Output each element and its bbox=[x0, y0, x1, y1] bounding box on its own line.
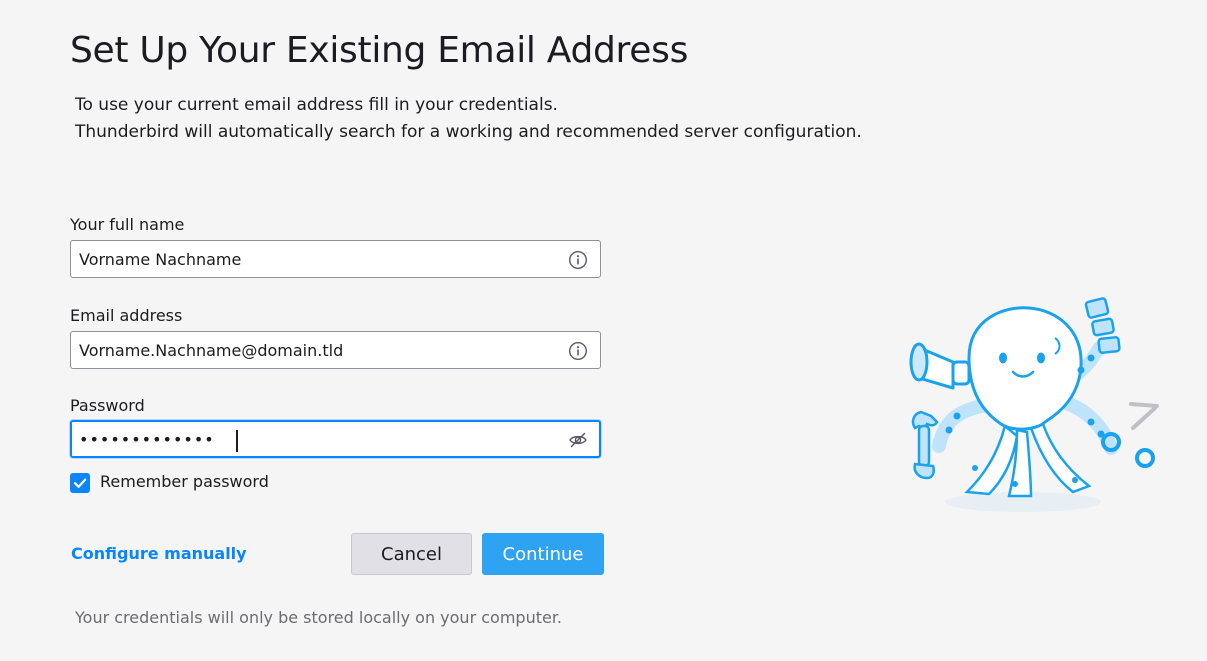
cancel-button[interactable]: Cancel bbox=[351, 533, 472, 575]
email-label: Email address bbox=[70, 306, 183, 325]
eye-slash-icon[interactable] bbox=[568, 430, 588, 450]
email-field[interactable] bbox=[70, 331, 601, 369]
account-setup-page: Set Up Your Existing Email Address To us… bbox=[0, 0, 1207, 661]
remember-password-checkbox[interactable] bbox=[70, 473, 90, 493]
page-title: Set Up Your Existing Email Address bbox=[70, 30, 689, 71]
credentials-note: Your credentials will only be stored loc… bbox=[75, 608, 563, 627]
password-input[interactable] bbox=[79, 422, 549, 456]
password-field[interactable] bbox=[70, 420, 601, 458]
info-icon[interactable] bbox=[568, 341, 588, 361]
checkmark-icon bbox=[73, 478, 87, 488]
configure-manually-link[interactable]: Configure manually bbox=[71, 544, 247, 563]
continue-button[interactable]: Continue bbox=[482, 533, 604, 575]
full-name-input[interactable] bbox=[79, 241, 549, 277]
octopus-mascot-illustration bbox=[909, 297, 1159, 512]
remember-password-label[interactable]: Remember password bbox=[100, 472, 269, 491]
text-cursor bbox=[236, 430, 238, 452]
email-input[interactable] bbox=[79, 332, 549, 368]
password-label: Password bbox=[70, 396, 145, 415]
full-name-label: Your full name bbox=[70, 215, 185, 234]
description-line-1: To use your current email address fill i… bbox=[75, 95, 558, 115]
info-icon[interactable] bbox=[568, 250, 588, 270]
page-description: To use your current email address fill i… bbox=[75, 92, 862, 146]
full-name-field[interactable] bbox=[70, 240, 601, 278]
description-line-2: Thunderbird will automatically search fo… bbox=[75, 122, 862, 142]
